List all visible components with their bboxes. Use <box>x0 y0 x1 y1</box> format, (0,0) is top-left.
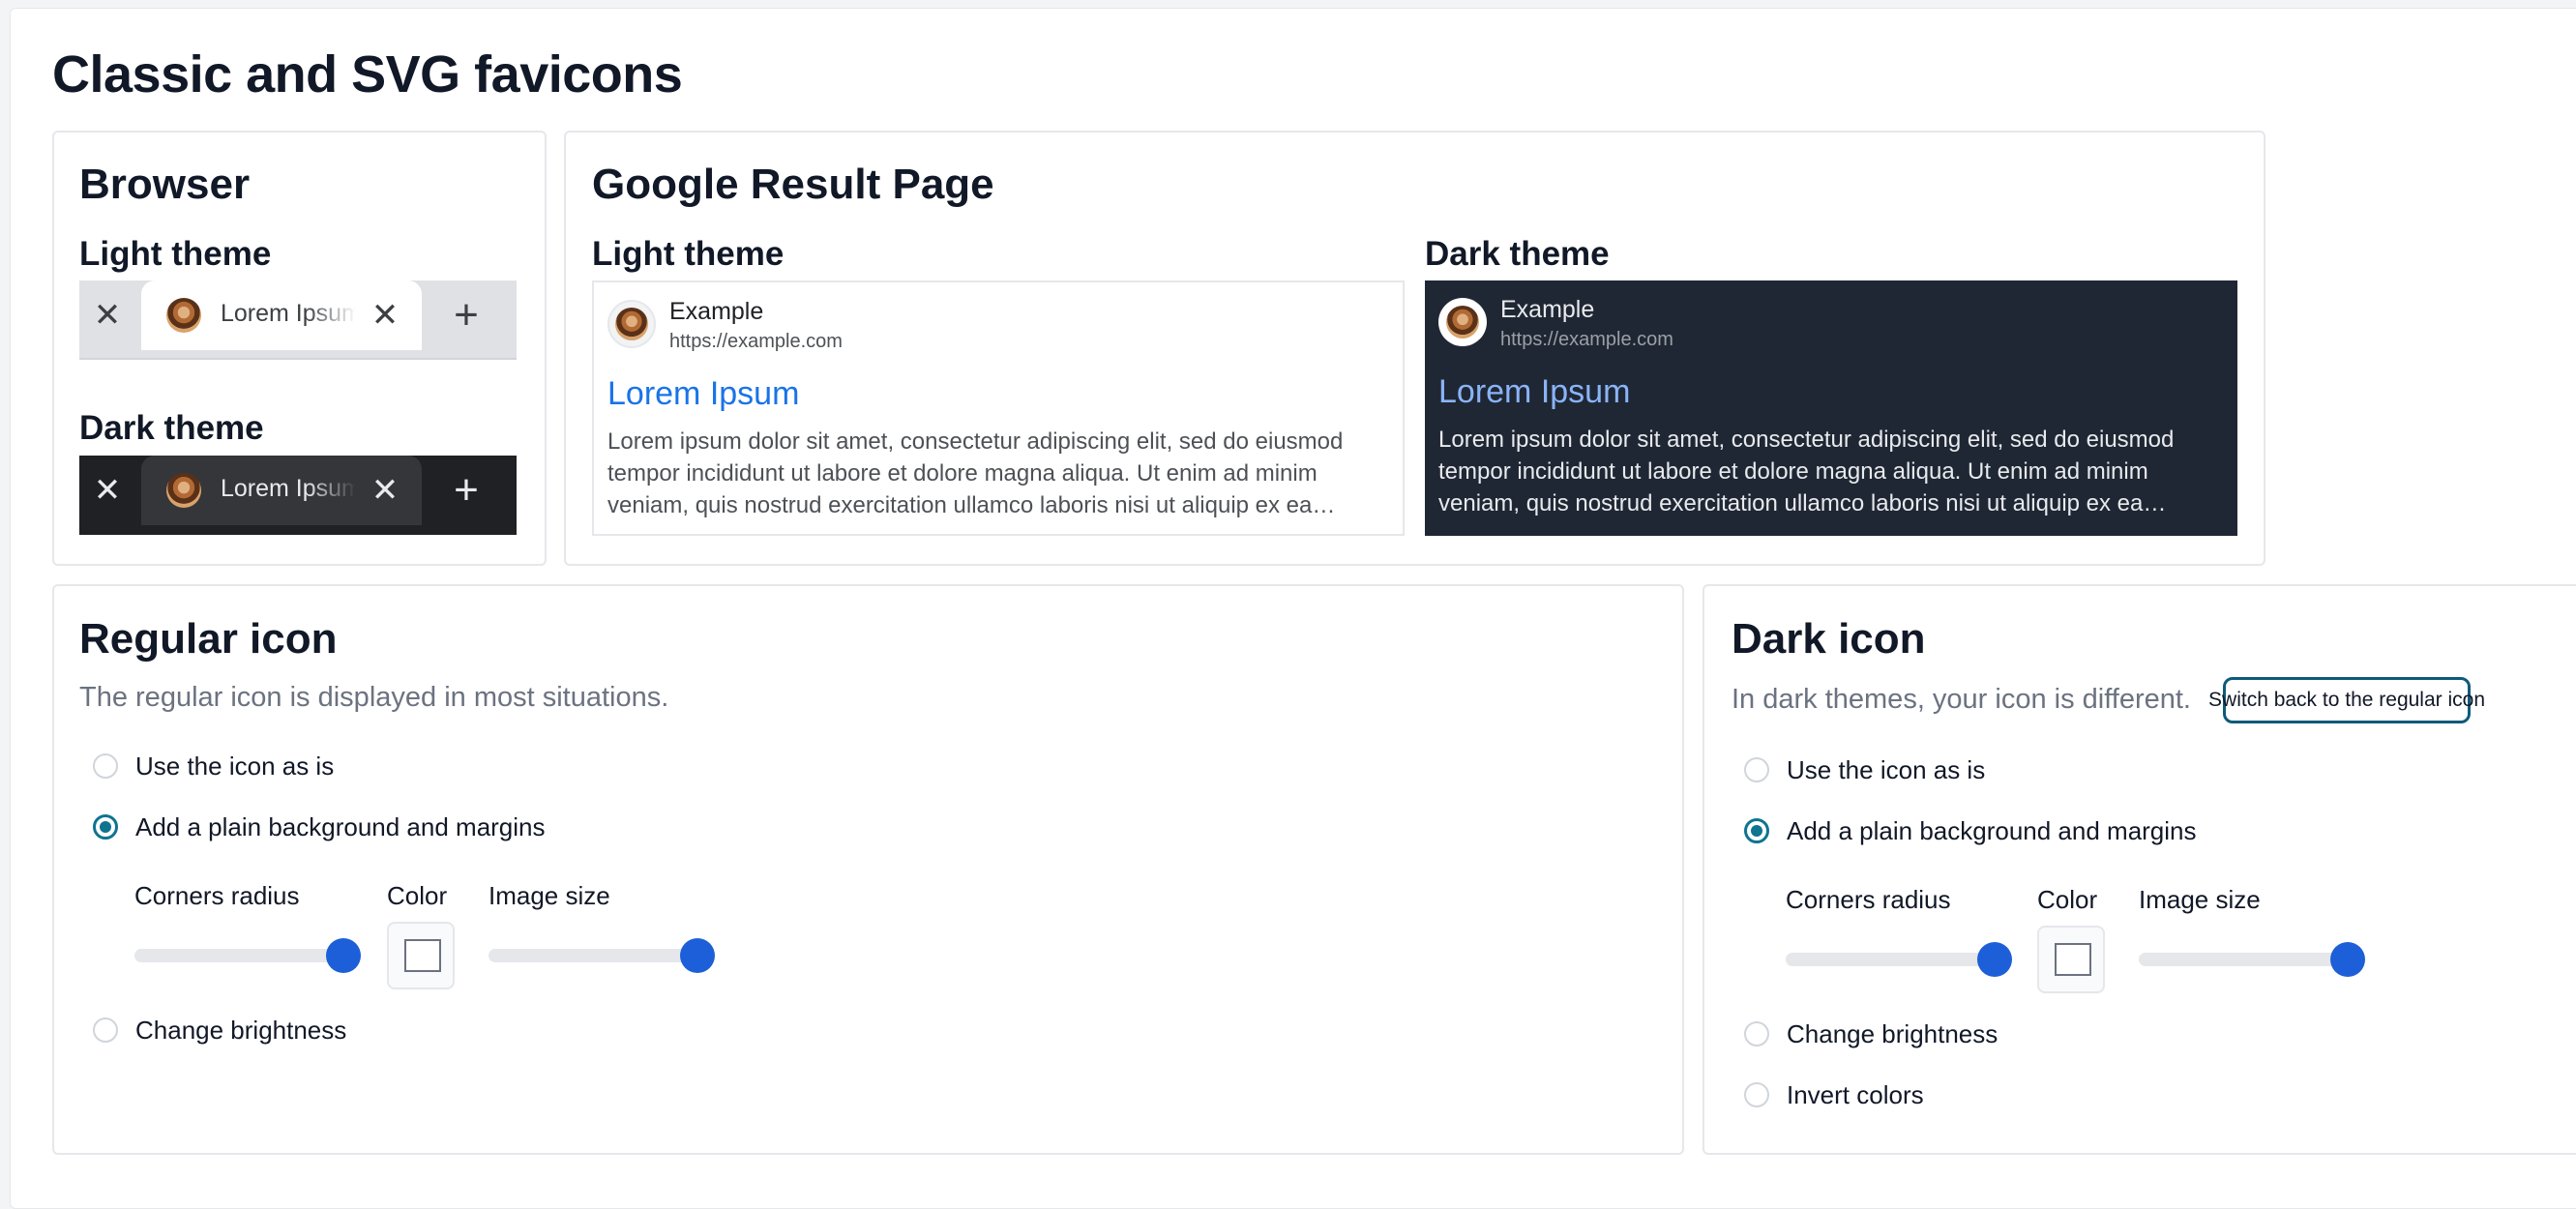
corners-radius-slider[interactable] <box>1786 942 2012 977</box>
dark-description: In dark themes, your icon is different. <box>1732 684 2191 715</box>
tab-close-icon[interactable]: ✕ <box>364 469 406 512</box>
serp-url: https://example.com <box>669 331 843 352</box>
close-icon[interactable]: ✕ <box>79 280 135 350</box>
dark-option-brightness[interactable]: Change brightness <box>1744 1017 1998 1050</box>
slider-knob[interactable] <box>680 938 715 973</box>
radio-button[interactable] <box>1744 1082 1769 1107</box>
radio-label: Use the icon as is <box>1787 754 1986 784</box>
favicon-icon <box>166 298 201 333</box>
slider-knob[interactable] <box>326 938 361 973</box>
image-size-slider[interactable] <box>489 938 715 973</box>
image-size-label: Image size <box>489 881 610 910</box>
dark-icon-card <box>1703 584 2576 1155</box>
favicon-icon <box>166 473 201 508</box>
tab-title-fade <box>306 465 356 514</box>
radio-label: Invert colors <box>1787 1079 1924 1109</box>
regular-title: Regular icon <box>79 615 338 663</box>
serp-dark: Example https://example.com Lorem Ipsum … <box>1425 280 2237 536</box>
switch-back-button[interactable]: Switch back to the regular icon <box>2208 677 2485 723</box>
serp-site-name: Example <box>669 298 764 325</box>
radio-label: Use the icon as is <box>135 751 335 781</box>
dark-option-background[interactable]: Add a plain background and margins <box>1744 814 2197 847</box>
regular-description: The regular icon is displayed in most si… <box>79 682 669 713</box>
serp-snippet: Lorem ipsum dolor sit amet, consectetur … <box>607 428 1344 518</box>
serp-site-name: Example <box>1500 296 1595 323</box>
dark-title: Dark icon <box>1732 615 1926 663</box>
radio-label: Add a plain background and margins <box>1787 815 2197 845</box>
regular-option-background[interactable]: Add a plain background and margins <box>93 811 546 843</box>
new-tab-icon[interactable]: + <box>439 463 493 517</box>
regular-option-as-is[interactable]: Use the icon as is <box>93 750 334 782</box>
radio-button[interactable] <box>93 753 118 779</box>
browser-light-label: Light theme <box>79 235 272 273</box>
regular-option-brightness[interactable]: Change brightness <box>93 1014 346 1047</box>
page-title: Classic and SVG favicons <box>52 45 683 103</box>
slider-knob[interactable] <box>2330 942 2365 977</box>
radio-button[interactable] <box>1744 757 1769 782</box>
browser-tab[interactable]: Lorem Ipsum ✕ <box>141 280 422 350</box>
color-picker[interactable] <box>2037 926 2105 993</box>
favicon-icon <box>1446 306 1479 339</box>
tab-close-icon[interactable]: ✕ <box>364 294 406 337</box>
browser-dark-label: Dark theme <box>79 409 264 447</box>
serp-url: https://example.com <box>1500 329 1673 350</box>
corners-radius-slider[interactable] <box>134 938 361 973</box>
image-size-slider[interactable] <box>2139 942 2365 977</box>
radio-dot <box>1751 825 1762 837</box>
image-size-label: Image size <box>2139 885 2261 914</box>
serp-result-title[interactable]: Lorem Ipsum <box>1438 373 1630 411</box>
corners-radius-label: Corners radius <box>134 881 300 910</box>
radio-dot <box>100 821 111 833</box>
radio-button-selected[interactable] <box>93 814 118 840</box>
radio-label: Add a plain background and margins <box>135 811 546 841</box>
serp-snippet: Lorem ipsum dolor sit amet, consectetur … <box>1438 427 2175 516</box>
radio-label: Change brightness <box>1787 1018 1999 1048</box>
page: Classic and SVG favicons Browser Light t… <box>0 0 2576 1209</box>
browser-tabstrip-dark: ✕ Lorem Ipsum ✕ + <box>79 456 517 535</box>
google-dark-label: Dark theme <box>1425 235 1610 273</box>
serp-favicon <box>607 300 656 348</box>
color-label: Color <box>387 881 448 910</box>
color-label: Color <box>2037 885 2098 914</box>
favicon-icon <box>615 308 648 340</box>
new-tab-icon[interactable]: + <box>439 288 493 342</box>
regular-icon-card <box>52 584 1684 1155</box>
serp-light: Example https://example.com Lorem Ipsum … <box>592 280 1405 536</box>
browser-tab[interactable]: Lorem Ipsum ✕ <box>141 456 422 525</box>
color-swatch <box>2055 943 2091 976</box>
serp-favicon <box>1438 298 1487 346</box>
google-title: Google Result Page <box>592 161 994 208</box>
google-light-label: Light theme <box>592 235 785 273</box>
radio-button[interactable] <box>1744 1021 1769 1047</box>
radio-label: Change brightness <box>135 1015 347 1045</box>
radio-button[interactable] <box>93 1017 118 1043</box>
corners-radius-label: Corners radius <box>1786 885 1951 914</box>
close-icon[interactable]: ✕ <box>79 456 135 525</box>
slider-knob[interactable] <box>1977 942 2012 977</box>
color-swatch <box>404 939 441 972</box>
browser-title: Browser <box>79 161 251 208</box>
tab-title-fade <box>306 290 356 339</box>
radio-button-selected[interactable] <box>1744 818 1769 843</box>
color-picker[interactable] <box>387 922 455 989</box>
dark-option-invert[interactable]: Invert colors <box>1744 1078 1924 1111</box>
browser-tabstrip-light: ✕ Lorem Ipsum ✕ + <box>79 280 517 360</box>
dark-option-as-is[interactable]: Use the icon as is <box>1744 753 1985 786</box>
serp-result-title[interactable]: Lorem Ipsum <box>607 375 799 413</box>
